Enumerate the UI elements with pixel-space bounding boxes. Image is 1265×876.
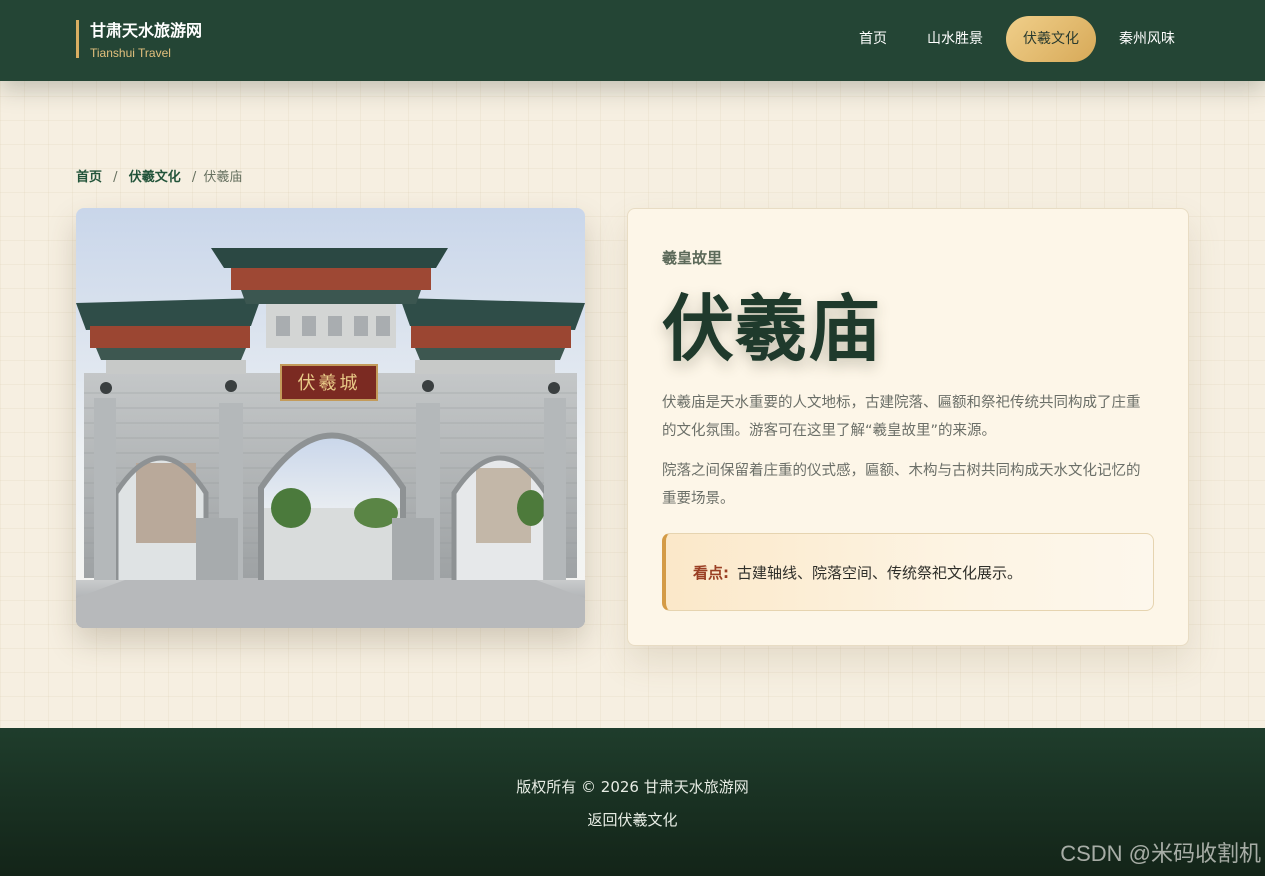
watermark: CSDN @米码收割机	[1060, 841, 1261, 866]
breadcrumb-home-link[interactable]: 首页	[76, 170, 102, 185]
nav-item-qinzhou-food[interactable]: 秦州风味	[1102, 16, 1192, 62]
info-card: 羲皇故里 伏羲庙 伏羲庙是天水重要的人文地标，古建院落、匾额和祭祀传统共同构成了…	[627, 208, 1189, 646]
page-title: 伏羲庙	[662, 287, 882, 371]
copyright-text: 版权所有 © 2026 甘肃天水旅游网	[516, 778, 749, 796]
description-paragraph-2: 院落之间保留着庄重的仪式感，匾额、木构与古树共同构成天水文化记忆的重要场景。	[662, 463, 1141, 507]
brand-title: 甘肃天水旅游网	[90, 21, 203, 40]
breadcrumb: 首页 / 伏羲文化 / 伏羲庙	[76, 166, 242, 185]
brand[interactable]: 甘肃天水旅游网 Tianshui Travel	[76, 20, 203, 60]
breadcrumb-separator: /	[113, 170, 118, 185]
highlight-label: 看点:	[693, 563, 729, 582]
memorial-gate-photo: 伏羲城	[76, 208, 585, 628]
gate-plaque: 伏羲城	[298, 373, 361, 394]
card-eyebrow: 羲皇故里	[662, 249, 723, 267]
highlight-box: 看点: 古建轴线、院落空间、传统祭祀文化展示。	[662, 533, 1154, 611]
site-footer: 版权所有 © 2026 甘肃天水旅游网 返回伏羲文化 CSDN @米码收割机	[0, 728, 1265, 876]
breadcrumb-section-link[interactable]: 伏羲文化	[129, 170, 181, 185]
description-paragraph-1: 伏羲庙是天水重要的人文地标，古建院落、匾额和祭祀传统共同构成了庄重的文化氛围。游…	[662, 395, 1141, 439]
site-header: 甘肃天水旅游网 Tianshui Travel 首页 山水胜景 伏羲文化 秦州风…	[0, 0, 1265, 81]
nav-item-scenery[interactable]: 山水胜景	[910, 16, 1000, 62]
highlight-text: 古建轴线、院落空间、传统祭祀文化展示。	[737, 563, 1023, 582]
breadcrumb-current: 伏羲庙	[203, 170, 243, 185]
brand-subtitle: Tianshui Travel	[90, 46, 171, 60]
nav-item-fuxi-culture[interactable]: 伏羲文化	[1006, 16, 1096, 62]
breadcrumb-separator: /	[191, 170, 197, 185]
nav-item-home[interactable]: 首页	[842, 16, 904, 62]
back-to-culture-link[interactable]: 返回伏羲文化	[0, 809, 1265, 830]
main-nav: 首页 山水胜景 伏羲文化 秦州风味	[836, 16, 1192, 62]
